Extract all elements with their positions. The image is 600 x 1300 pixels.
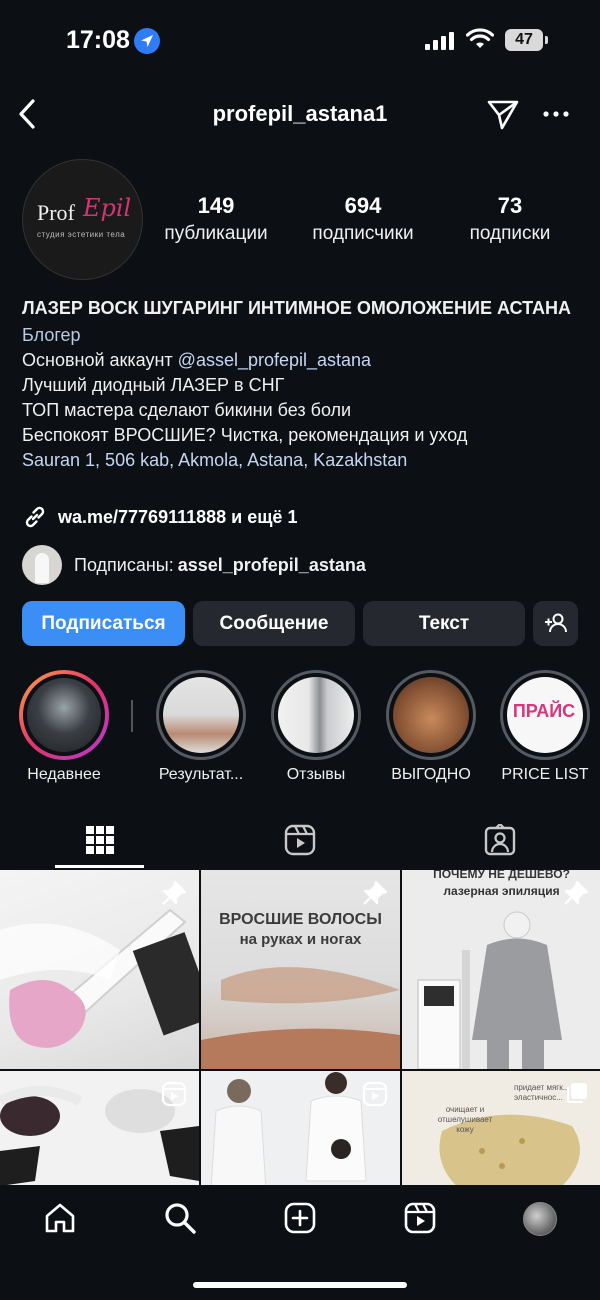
highlight-deals-cover bbox=[393, 677, 469, 753]
profile-avatar[interactable]: Prof Epil студия эстетики тела bbox=[22, 159, 143, 280]
highlight-price-cover: ПРАЙС bbox=[507, 677, 583, 753]
avatar-brand-script: Epil bbox=[83, 194, 132, 222]
bio-line-main-account: Основной аккаунт @assel_profepil_astana bbox=[22, 348, 582, 373]
bio-address-link[interactable]: Sauran 1, 506 kab, Akmola, Astana, Kazak… bbox=[22, 448, 582, 473]
pin-icon bbox=[162, 880, 187, 905]
tab-posts-grid[interactable] bbox=[0, 814, 200, 868]
stat-posts[interactable]: 149 публикации bbox=[158, 193, 274, 245]
post-thumbnail[interactable]: придает мягк... и эластичнос... очищает … bbox=[402, 1071, 600, 1185]
stat-following[interactable]: 73 подписки bbox=[458, 193, 562, 245]
followed-by-row[interactable]: Подписаны: assel_profepil_astana bbox=[22, 545, 366, 585]
highlight-results-cover bbox=[163, 677, 239, 753]
bio-line-ingrown: Беспокоят ВРОСШИЕ? Чистка, рекомендация … bbox=[22, 425, 468, 445]
create-post-icon[interactable] bbox=[284, 1202, 316, 1234]
highlight-recent-ring bbox=[19, 670, 109, 760]
avatar-brand-text: Prof bbox=[37, 200, 75, 225]
bio-link-text: wa.me/77769111888 и ещё 1 bbox=[58, 506, 298, 527]
bio-line-masters: ТОП мастера сделают бикини без боли bbox=[22, 400, 352, 420]
pin-icon bbox=[564, 880, 589, 905]
highlight-recent-cover bbox=[27, 678, 101, 752]
home-indicator bbox=[193, 1282, 407, 1288]
posts-grid: ВРОСШИЕ ВОЛОСЫ на руках и ногах ПОЧЕМУ Н… bbox=[0, 870, 600, 1185]
search-icon[interactable] bbox=[164, 1202, 196, 1234]
avatar-brand-subtitle: студия эстетики тела bbox=[37, 230, 126, 239]
highlight-price-ring: ПРАЙС bbox=[500, 670, 590, 760]
highlight-reviews-ring bbox=[271, 670, 361, 760]
text-button[interactable]: Текст bbox=[363, 601, 525, 646]
post-scrub-note-2: очищает и отшелушивает кожу bbox=[437, 1105, 493, 1134]
profile-display-name: ЛАЗЕР ВОСК ШУГАРИНГ ИНТИМНОЕ ОМОЛОЖЕНИЕ … bbox=[22, 298, 571, 318]
pin-icon bbox=[363, 880, 388, 905]
highlight-recent[interactable]: Недавнее bbox=[18, 670, 110, 783]
highlight-results[interactable]: Результат... bbox=[155, 670, 247, 783]
reel-icon bbox=[161, 1081, 187, 1107]
battery-indicator: 47 bbox=[505, 29, 548, 51]
link-icon bbox=[25, 506, 45, 528]
suggest-users-button[interactable] bbox=[533, 601, 578, 646]
follow-button[interactable]: Подписаться bbox=[22, 601, 185, 646]
wifi-icon bbox=[466, 28, 494, 48]
profile-category: Блогер bbox=[22, 325, 81, 345]
status-bar: 17:08 47 bbox=[0, 0, 600, 80]
bio-line-laser: Лучший диодный ЛАЗЕР в СНГ bbox=[22, 375, 285, 395]
profile-content-tabs bbox=[0, 814, 600, 868]
stat-posts-count: 149 bbox=[197, 193, 235, 218]
profile-bio: ЛАЗЕР ВОСК ШУГАРИНГ ИНТИМНОЕ ОМОЛОЖЕНИЕ … bbox=[22, 296, 582, 473]
tab-tagged[interactable] bbox=[400, 814, 600, 868]
stat-following-count: 73 bbox=[497, 193, 523, 218]
highlight-price-list[interactable]: ПРАЙС PRICE LIST bbox=[499, 670, 591, 783]
add-person-icon bbox=[544, 613, 567, 633]
status-time: 17:08 bbox=[66, 26, 130, 54]
followed-by-avatar bbox=[22, 545, 62, 585]
profile-nav-bar: profepil_astana1 bbox=[0, 92, 600, 136]
post-thumbnail[interactable] bbox=[0, 870, 199, 1069]
highlights-divider bbox=[131, 700, 133, 732]
highlight-reviews-cover bbox=[278, 677, 354, 753]
profile-tab-avatar[interactable] bbox=[523, 1202, 557, 1236]
share-send-icon[interactable] bbox=[486, 97, 520, 131]
bio-external-link[interactable]: wa.me/77769111888 и ещё 1 bbox=[22, 504, 297, 530]
bio-mention-link[interactable]: @assel_profepil_astana bbox=[178, 350, 371, 370]
grid-icon bbox=[86, 826, 114, 854]
reels-icon bbox=[284, 824, 316, 856]
bio-line-main-account-text: Основной аккаунт bbox=[22, 350, 178, 370]
message-button[interactable]: Сообщение bbox=[193, 601, 355, 646]
stat-followers-count: 694 bbox=[344, 193, 382, 218]
home-icon[interactable] bbox=[44, 1202, 76, 1234]
highlight-deals-ring bbox=[386, 670, 476, 760]
followed-by-prefix: Подписаны: bbox=[74, 554, 174, 575]
highlight-deals[interactable]: ВЫГОДНО bbox=[385, 670, 477, 783]
highlight-price-cover-text: ПРАЙС bbox=[512, 701, 576, 721]
post-thumbnail[interactable]: ВРОСШИЕ ВОЛОСЫ на руках и ногах bbox=[201, 870, 400, 1069]
active-tab-indicator bbox=[55, 865, 144, 868]
battery-level: 47 bbox=[515, 31, 533, 48]
post-thumbnail[interactable] bbox=[201, 1071, 400, 1185]
highlight-deals-label: ВЫГОДНО bbox=[391, 766, 471, 783]
tagged-person-icon bbox=[484, 824, 516, 856]
stat-followers-label: подписчики bbox=[312, 223, 414, 244]
location-arrow-icon bbox=[134, 28, 160, 54]
cellular-signal-icon bbox=[425, 32, 454, 50]
highlight-recent-label: Недавнее bbox=[27, 766, 101, 783]
reel-icon bbox=[362, 1081, 388, 1107]
post-thumbnail[interactable]: ПОЧЕМУ НЕ ДЕШЕВО? лазерная эпиляция bbox=[402, 870, 600, 1069]
more-options-icon[interactable] bbox=[543, 111, 569, 117]
carousel-icon bbox=[567, 1083, 587, 1103]
highlight-results-ring bbox=[156, 670, 246, 760]
highlight-reviews[interactable]: Отзывы bbox=[270, 670, 362, 783]
highlight-price-label: PRICE LIST bbox=[501, 766, 589, 783]
stat-following-label: подписки bbox=[469, 223, 551, 244]
highlight-reviews-label: Отзывы bbox=[286, 766, 346, 783]
tab-reels[interactable] bbox=[200, 814, 400, 868]
highlight-results-label: Результат... bbox=[158, 766, 244, 783]
reels-nav-icon[interactable] bbox=[404, 1202, 436, 1234]
followed-by-user: assel_profepil_astana bbox=[177, 554, 366, 575]
stat-followers[interactable]: 694 подписчики bbox=[302, 193, 424, 245]
stat-posts-label: публикации bbox=[164, 223, 268, 244]
post-thumbnail[interactable] bbox=[0, 1071, 199, 1185]
